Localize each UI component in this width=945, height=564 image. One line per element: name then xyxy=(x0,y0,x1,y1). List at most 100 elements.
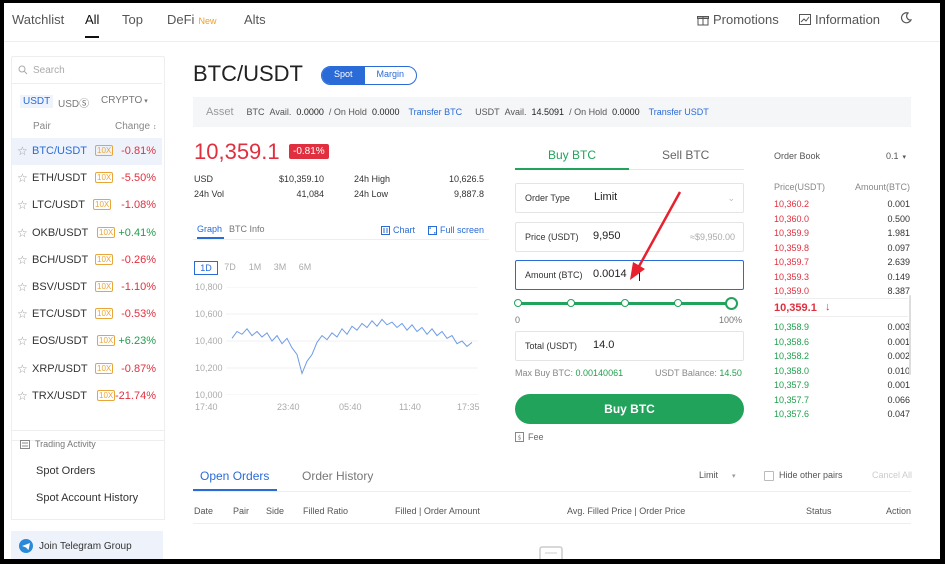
spot-orders-link[interactable]: Spot Orders xyxy=(36,465,95,477)
col-change-header[interactable]: Change ↕ xyxy=(115,121,157,132)
slider-min-label: 0 xyxy=(515,315,521,325)
search-input[interactable]: Search xyxy=(12,57,162,84)
cancel-all-button[interactable]: Cancel All xyxy=(872,470,912,480)
crypto-tab-label: CRYPTO xyxy=(101,95,143,106)
transfer-usdt-link[interactable]: Transfer USDT xyxy=(649,107,709,117)
asset-usdt-symbol: USDT xyxy=(475,107,500,117)
balance-value: 14.50 xyxy=(719,368,742,378)
mode-spot-button[interactable]: Spot xyxy=(322,67,365,84)
sell-tab-baseline xyxy=(629,169,744,170)
star-icon[interactable]: ☆ xyxy=(17,253,28,267)
tab-defi[interactable]: DeFi New xyxy=(167,12,216,27)
tab-alts[interactable]: Alts xyxy=(244,12,266,27)
star-icon[interactable]: ☆ xyxy=(17,389,28,403)
subtab-divider xyxy=(193,239,489,240)
precision-select[interactable]: 0.1 ▾ xyxy=(886,151,906,161)
theme-toggle[interactable] xyxy=(900,12,912,24)
slider-step-dot[interactable] xyxy=(567,299,576,307)
star-icon[interactable]: ☆ xyxy=(17,362,28,376)
slider-max-label: 100% xyxy=(719,315,743,325)
range-7d[interactable]: 7D xyxy=(219,261,241,273)
usd-label: USD xyxy=(194,174,214,184)
order-type-value: Limit xyxy=(594,191,618,203)
tab-open-orders[interactable]: Open Orders xyxy=(200,469,269,483)
star-icon[interactable]: ☆ xyxy=(17,307,28,321)
pair-row[interactable]: ☆ XRP/USDT 10X -0.87% xyxy=(12,356,162,383)
ask-price: 10,360.0 xyxy=(774,213,810,224)
total-field[interactable]: Total (USDT) 14.0 xyxy=(515,331,744,361)
tab-btc-info[interactable]: BTC Info xyxy=(229,224,265,234)
slider-step-dot[interactable] xyxy=(673,299,682,307)
tab-order-history[interactable]: Order History xyxy=(302,469,373,483)
buy-btc-button[interactable]: Buy BTC xyxy=(515,394,744,424)
asset-btc-avail: 0.0000 xyxy=(296,107,324,117)
fee-label: Fee xyxy=(528,432,544,442)
pair-change: -0.87% xyxy=(121,362,156,375)
hide-pairs-checkbox[interactable] xyxy=(764,471,774,481)
tab-top[interactable]: Top xyxy=(122,12,143,27)
star-icon[interactable]: ☆ xyxy=(17,144,28,158)
fee-link[interactable]: $ Fee xyxy=(515,432,544,442)
x-tick-label: 23:40 xyxy=(277,402,300,412)
pair-name: BSV/USDT xyxy=(32,281,88,293)
pair-row[interactable]: ☆ LTC/USDT 10X -1.08% xyxy=(12,192,162,219)
asset-btc-symbol: BTC xyxy=(246,107,265,117)
star-icon[interactable]: ☆ xyxy=(17,171,28,185)
star-icon[interactable]: ☆ xyxy=(17,198,28,212)
orderbook-scrollbar[interactable] xyxy=(909,295,911,375)
chart-link[interactable]: Chart xyxy=(381,225,415,235)
ask-price: 10,359.8 xyxy=(774,242,810,253)
star-icon[interactable]: ☆ xyxy=(17,226,28,240)
information-link[interactable]: Information xyxy=(799,12,880,27)
tab-all[interactable]: All xyxy=(85,12,100,38)
pair-row[interactable]: ☆ EOS/USDT 10X +6.23% xyxy=(12,328,162,355)
y-tick-label: 10,400 xyxy=(195,336,223,346)
star-icon[interactable]: ☆ xyxy=(17,334,28,348)
range-1d[interactable]: 1D xyxy=(194,261,218,275)
limit-filter-label: Limit xyxy=(699,470,719,480)
pair-row[interactable]: ☆ BCH/USDT 10X -0.26% xyxy=(12,247,162,274)
star-icon[interactable]: ☆ xyxy=(17,280,28,294)
amount-value: 0.0014 xyxy=(593,268,627,280)
join-telegram-button[interactable]: Join Telegram Group xyxy=(11,531,163,559)
ask-price: 10,360.2 xyxy=(774,199,810,209)
currency-tab-crypto[interactable]: CRYPTO ▾ xyxy=(101,95,148,106)
orderbook-col-price: Price(USDT) xyxy=(774,182,825,192)
orders-col-header: Date xyxy=(194,506,214,516)
currency-tab-usds[interactable]: USDⓈ xyxy=(58,95,89,110)
orders-col-header: Filled | Order Amount xyxy=(395,506,480,516)
range-3m[interactable]: 3M xyxy=(269,261,291,273)
tab-sell-btc[interactable]: Sell BTC xyxy=(662,148,709,162)
tab-buy-btc[interactable]: Buy BTC xyxy=(548,148,596,162)
pair-row[interactable]: ☆ ETC/USDT 10X -0.53% xyxy=(12,301,162,328)
pair-row[interactable]: ☆ BSV/USDT 10X -1.10% xyxy=(12,274,162,301)
range-6m[interactable]: 6M xyxy=(294,261,316,273)
currency-tab-usdt[interactable]: USDT xyxy=(20,95,54,108)
list-icon xyxy=(20,439,30,449)
promotions-link[interactable]: Promotions xyxy=(697,12,779,27)
limit-filter-select[interactable]: Limit ▾ xyxy=(699,470,736,480)
pair-row[interactable]: ☆ TRX/USDT 10X -21.74% xyxy=(12,383,162,410)
range-1m[interactable]: 1M xyxy=(244,261,266,273)
y-tick-label: 10,600 xyxy=(195,309,223,319)
pair-row[interactable]: ☆ ETH/USDT 10X -5.50% xyxy=(12,165,162,192)
y-tick-label: 10,800 xyxy=(195,282,223,292)
pair-row[interactable]: ☆ BTC/USDT 10X -0.81% xyxy=(12,138,162,165)
pair-change: +0.41% xyxy=(118,226,156,239)
total-value: 14.0 xyxy=(593,339,615,351)
asset-btc-onhold: 0.0000 xyxy=(371,107,400,117)
spot-account-history-link[interactable]: Spot Account History xyxy=(36,492,138,504)
chart-icon xyxy=(799,14,811,25)
tab-watchlist[interactable]: Watchlist xyxy=(12,12,64,27)
tab-graph[interactable]: Graph xyxy=(197,224,222,234)
price-chart xyxy=(226,287,478,395)
fullscreen-link[interactable]: Full screen xyxy=(428,225,484,235)
slider-step-dot[interactable] xyxy=(514,299,522,307)
ask-amount: 8.387 xyxy=(887,286,910,296)
mode-margin-button[interactable]: Margin xyxy=(365,67,417,84)
transfer-btc-link[interactable]: Transfer BTC xyxy=(408,107,462,117)
leverage-badge: 10X xyxy=(95,362,114,374)
slider-handle[interactable] xyxy=(725,297,738,310)
pair-row[interactable]: ☆ OKB/USDT 10X +0.41% xyxy=(12,220,162,247)
slider-step-dot[interactable] xyxy=(620,299,629,307)
